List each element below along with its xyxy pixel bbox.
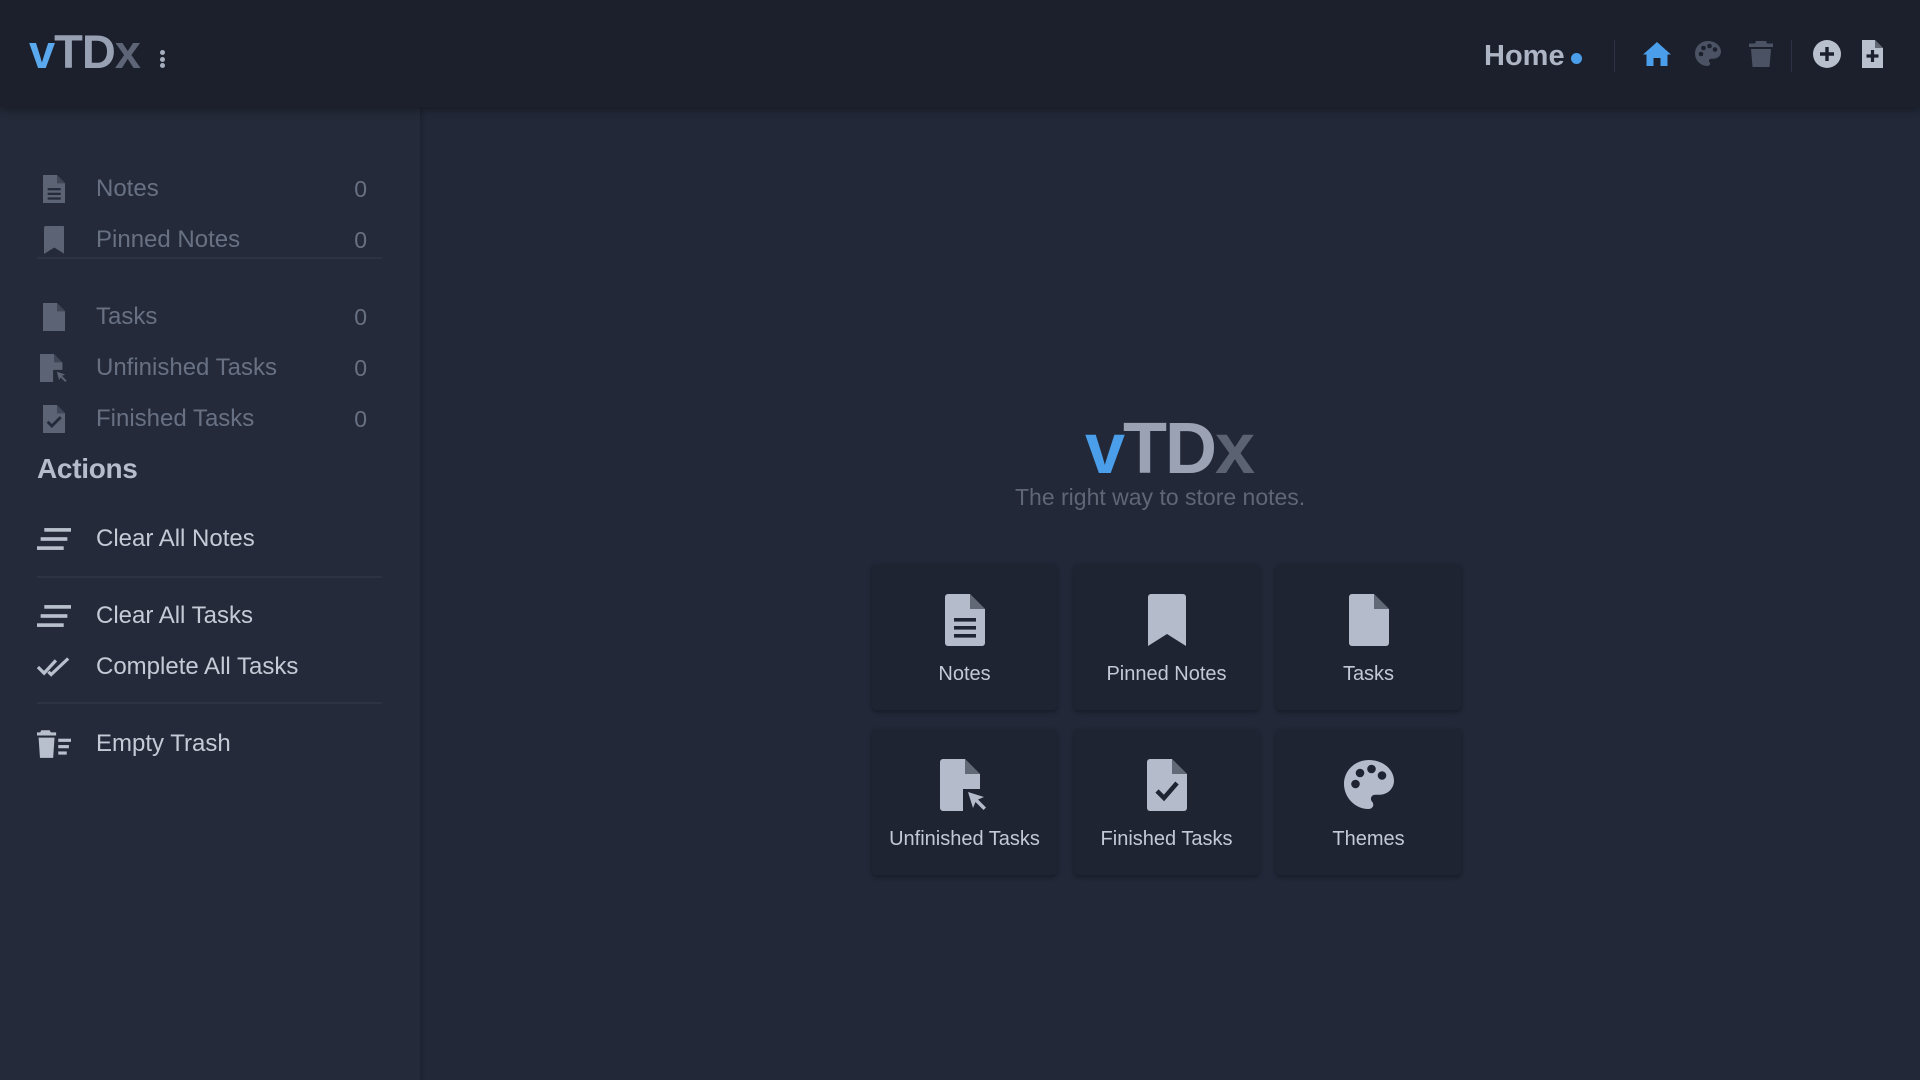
sidebar-divider xyxy=(37,702,382,704)
sidebar-item-finished-tasks[interactable]: Finished Tasks 0 xyxy=(37,397,377,441)
card-finished-tasks[interactable]: Finished Tasks xyxy=(1074,729,1259,875)
home-icon[interactable] xyxy=(1641,38,1673,70)
sidebar-item-label: Notes xyxy=(96,175,159,202)
active-indicator-dot xyxy=(1571,53,1582,64)
file-cursor-icon xyxy=(872,759,1057,811)
sidebar-item-count: 0 xyxy=(354,226,367,253)
card-label: Pinned Notes xyxy=(1106,663,1227,685)
logo-v: v xyxy=(29,25,55,78)
card-label: Unfinished Tasks xyxy=(889,828,1040,850)
action-label: Empty Trash xyxy=(96,730,231,757)
bookmark-icon xyxy=(1074,594,1259,646)
file-check-icon xyxy=(37,404,71,434)
sidebar-item-label: Tasks xyxy=(96,303,158,330)
double-check-icon xyxy=(37,652,71,682)
sidebar-divider xyxy=(37,576,382,578)
hero-logo: vTDx xyxy=(1085,413,1255,485)
file-icon xyxy=(1276,594,1461,646)
plus-circle-icon[interactable] xyxy=(1811,38,1843,70)
file-text-icon xyxy=(37,174,71,204)
card-unfinished-tasks[interactable]: Unfinished Tasks xyxy=(872,729,1057,875)
card-label: Finished Tasks xyxy=(1100,828,1233,850)
card-pinned-notes[interactable]: Pinned Notes xyxy=(1074,564,1259,710)
app-header: vTDx Home xyxy=(0,0,1920,107)
hero-logo-v: v xyxy=(1085,409,1125,489)
logo-td: TD xyxy=(54,25,116,78)
complete-all-tasks-button[interactable]: Complete All Tasks xyxy=(37,645,377,689)
sidebar-item-count: 0 xyxy=(354,405,367,432)
sidebar-item-notes[interactable]: Notes 0 xyxy=(37,167,377,211)
palette-icon[interactable] xyxy=(1692,38,1724,70)
sidebar-item-tasks[interactable]: Tasks 0 xyxy=(37,295,377,339)
card-label: Notes xyxy=(938,663,991,685)
sidebar-item-count: 0 xyxy=(354,303,367,330)
app-logo[interactable]: vTDx xyxy=(29,25,141,78)
card-label: Tasks xyxy=(1342,663,1395,685)
clear-lines-icon xyxy=(37,601,71,631)
logo-x: x xyxy=(114,25,141,78)
sidebar-item-label: Finished Tasks xyxy=(96,405,255,432)
add-file-icon[interactable] xyxy=(1856,38,1888,70)
action-label: Clear All Tasks xyxy=(96,602,253,629)
sidebar: Notes 0 Pinned Notes 0 Tasks 0 Unfinishe… xyxy=(0,107,420,1080)
trash-sweep-icon xyxy=(37,729,71,759)
card-tasks[interactable]: Tasks xyxy=(1276,564,1461,710)
sidebar-item-pinned-notes[interactable]: Pinned Notes 0 xyxy=(37,218,377,262)
sidebar-item-count: 0 xyxy=(354,175,367,202)
bookmark-icon xyxy=(37,225,71,255)
hero-logo-td: TD xyxy=(1123,409,1217,489)
clear-all-notes-button[interactable]: Clear All Notes xyxy=(37,517,377,561)
header-divider xyxy=(1614,40,1615,72)
sidebar-item-label: Unfinished Tasks xyxy=(96,354,277,381)
card-themes[interactable]: Themes xyxy=(1276,729,1461,875)
card-label: Themes xyxy=(1332,828,1405,850)
hero-logo-x: x xyxy=(1215,409,1255,489)
file-check-icon xyxy=(1074,759,1259,811)
file-cursor-icon xyxy=(37,353,71,383)
palette-icon xyxy=(1276,759,1461,811)
empty-trash-button[interactable]: Empty Trash xyxy=(37,722,377,766)
tagline: The right way to store notes. xyxy=(1015,484,1306,510)
clear-all-tasks-button[interactable]: Clear All Tasks xyxy=(37,594,377,638)
trash-icon[interactable] xyxy=(1745,38,1777,70)
page-title: Home xyxy=(1484,40,1565,72)
file-icon xyxy=(37,302,71,332)
file-text-icon xyxy=(872,594,1057,646)
clear-lines-icon xyxy=(37,524,71,554)
card-notes[interactable]: Notes xyxy=(872,564,1057,710)
sidebar-item-count: 0 xyxy=(354,354,367,381)
sidebar-item-label: Pinned Notes xyxy=(96,226,241,253)
sidebar-item-unfinished-tasks[interactable]: Unfinished Tasks 0 xyxy=(37,346,377,390)
more-menu-icon[interactable] xyxy=(152,46,172,72)
header-divider xyxy=(1791,40,1792,72)
sidebar-divider xyxy=(37,257,382,259)
action-label: Clear All Notes xyxy=(96,525,255,552)
action-label: Complete All Tasks xyxy=(96,653,299,680)
actions-heading: Actions xyxy=(37,453,138,484)
